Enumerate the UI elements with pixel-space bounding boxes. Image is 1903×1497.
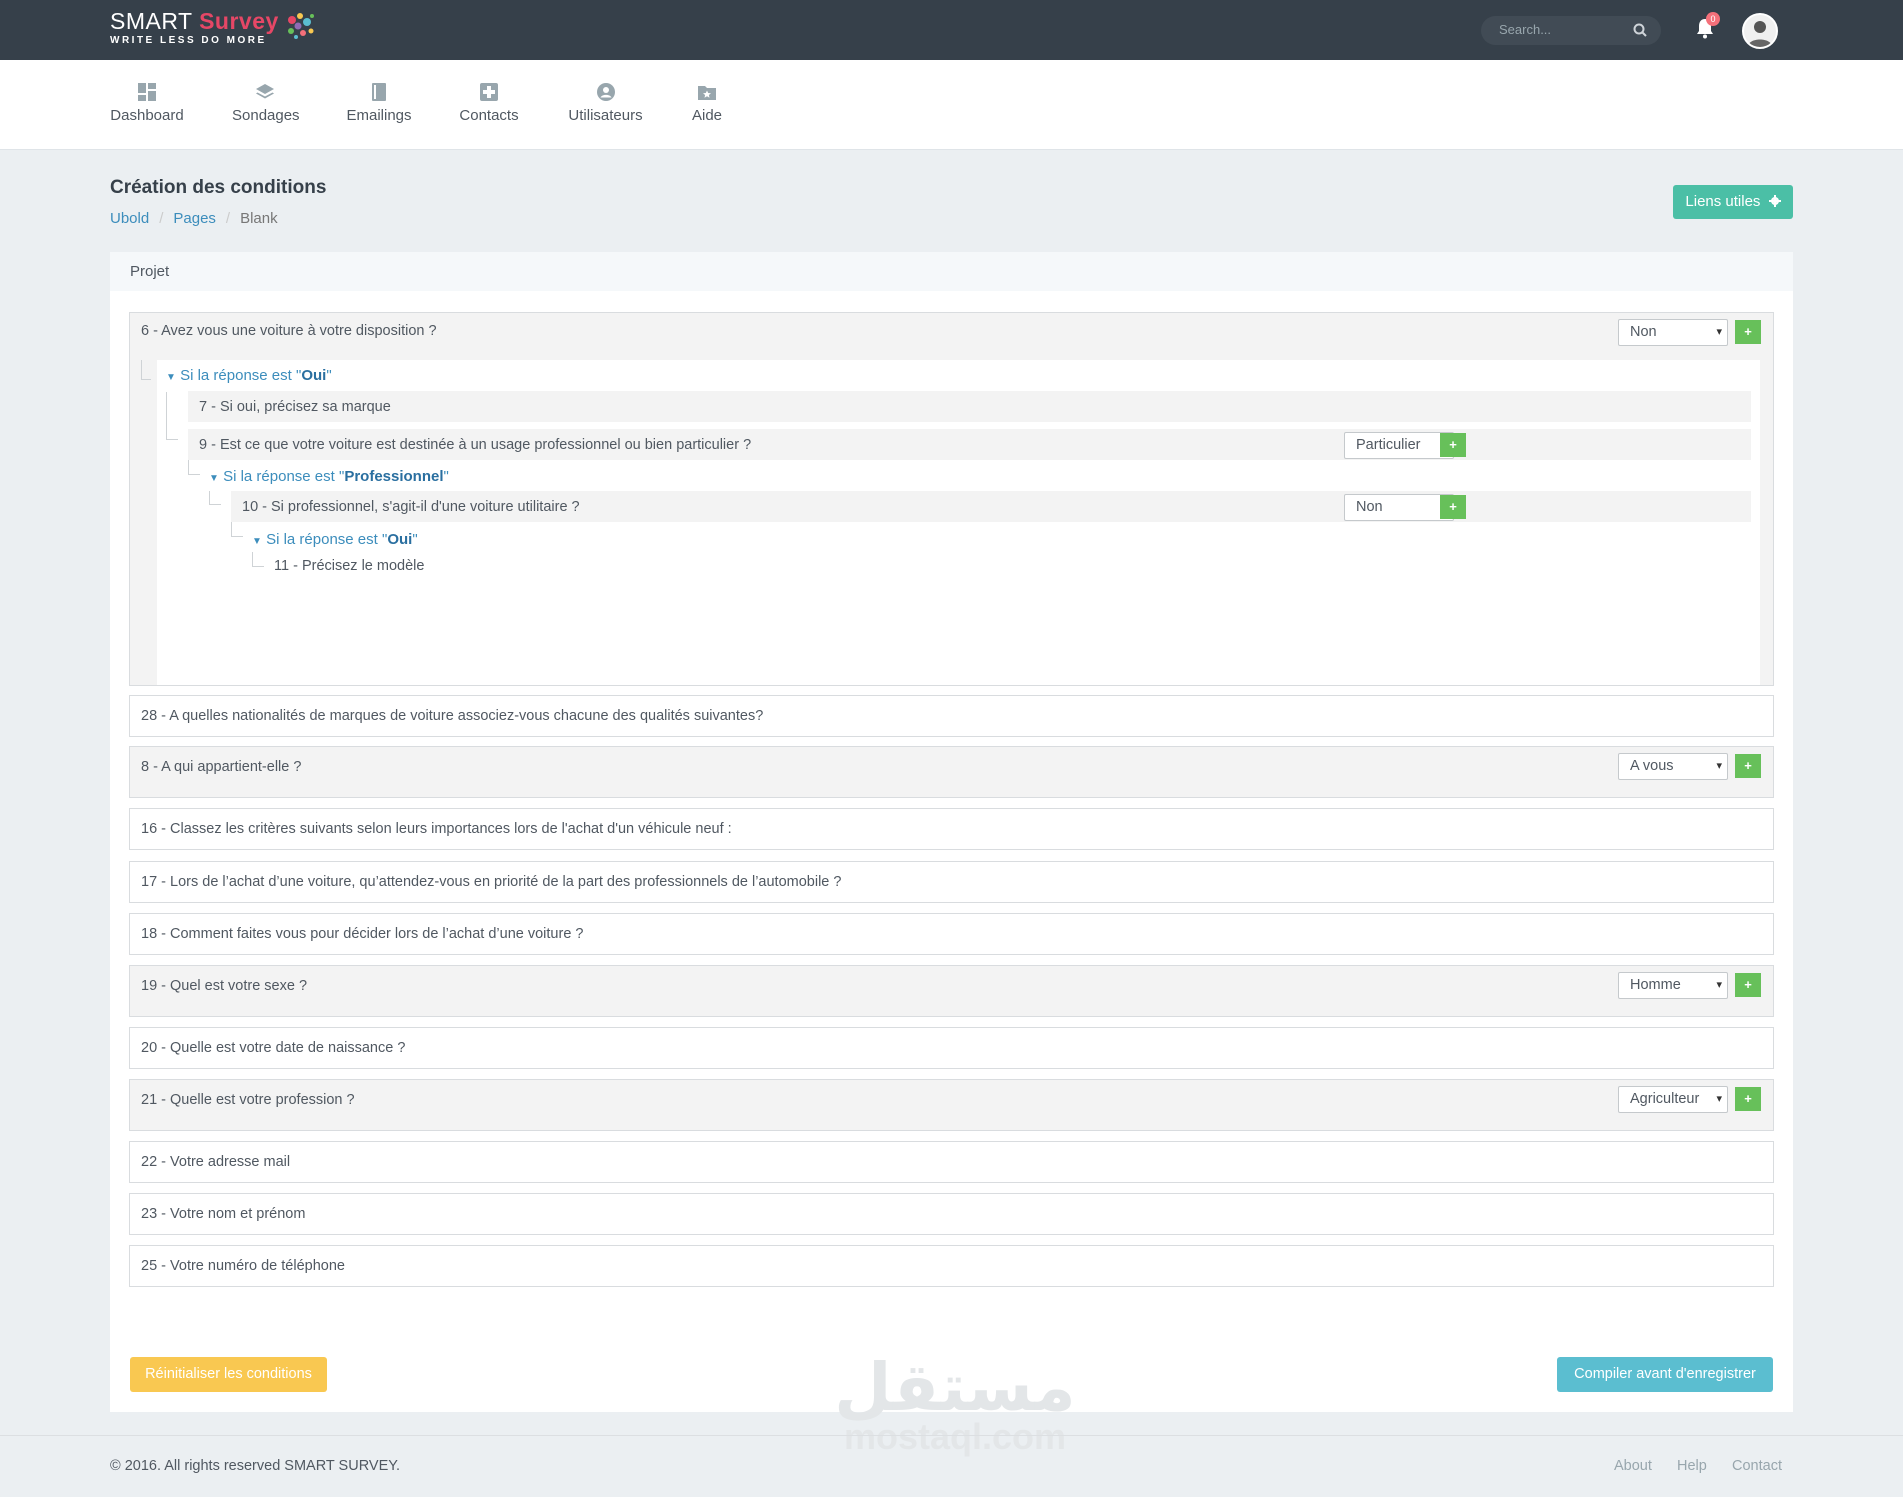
- breadcrumb-ubold[interactable]: Ubold: [110, 210, 149, 227]
- add-condition-button[interactable]: +: [1735, 320, 1761, 344]
- nav-emailings[interactable]: Emailings: [346, 82, 412, 124]
- reset-conditions-button[interactable]: Réinitialiser les conditions: [130, 1357, 327, 1392]
- question-text: 28 - A quelles nationalités de marques d…: [141, 708, 764, 724]
- question-text: 9 - Est ce que votre voiture est destiné…: [199, 437, 752, 453]
- add-condition-button[interactable]: +: [1440, 495, 1466, 519]
- condition-toggle-oui[interactable]: ▼ Si la réponse est "Oui": [166, 367, 332, 384]
- card-header-title: Projet: [130, 263, 170, 280]
- condition-toggle-professionnel[interactable]: ▼ Si la réponse est "Professionnel": [209, 468, 449, 485]
- footer-link-help[interactable]: Help: [1677, 1458, 1707, 1474]
- question-text: 7 - Si oui, précisez sa marque: [199, 399, 391, 415]
- nav-label: Aide: [691, 107, 723, 124]
- dashboard-icon: [138, 83, 156, 101]
- footer-link-about[interactable]: About: [1614, 1458, 1652, 1474]
- question-10: 10 - Si professionnel, s'agit-il d'une v…: [231, 491, 1751, 522]
- brand-name-survey: Survey: [199, 8, 279, 34]
- breadcrumb-pages[interactable]: Pages: [173, 210, 216, 227]
- liens-utiles-button[interactable]: Liens utiles: [1673, 185, 1793, 219]
- add-condition-button[interactable]: +: [1440, 433, 1466, 457]
- nav-utilisateurs[interactable]: Utilisateurs: [566, 82, 645, 124]
- question-11: 11 - Précisez le modèle: [274, 558, 425, 574]
- caret-down-icon: ▼: [209, 473, 219, 484]
- brand-tagline: WRITE LESS DO MORE: [110, 35, 267, 46]
- add-condition-button[interactable]: +: [1735, 973, 1761, 997]
- nav-label: Utilisateurs: [568, 107, 643, 124]
- caret-down-icon: ▼: [166, 372, 176, 383]
- question-28[interactable]: 28 - A quelles nationalités de marques d…: [129, 695, 1774, 737]
- nav-contacts[interactable]: Contacts: [459, 82, 519, 124]
- user-avatar[interactable]: [1742, 13, 1778, 49]
- answer-select[interactable]: Particulier: [1344, 432, 1454, 459]
- question-9: 9 - Est ce que votre voiture est destiné…: [188, 429, 1751, 460]
- nav-label: Contacts: [459, 107, 519, 124]
- footer: © 2016. All rights reserved SMART SURVEY…: [0, 1435, 1903, 1497]
- question-25[interactable]: 25 - Votre numéro de téléphone: [129, 1245, 1774, 1287]
- question-21: 21 - Quelle est votre profession ? Agric…: [129, 1079, 1774, 1131]
- question-17[interactable]: 17 - Lors de l’achat d’une voiture, qu’a…: [129, 861, 1774, 903]
- logo-bubbles-icon: [288, 13, 314, 39]
- question-text: 23 - Votre nom et prénom: [141, 1206, 306, 1222]
- breadcrumb: Ubold / Pages / Blank: [110, 210, 278, 227]
- nav-label: Sondages: [232, 107, 300, 124]
- search-box: [1481, 16, 1661, 45]
- logo[interactable]: SMART Survey WRITE LESS DO MORE: [110, 8, 314, 46]
- conditions-tree: ▼ Si la réponse est "Oui" 7 - Si oui, pr…: [141, 360, 1760, 685]
- top-bar: SMART Survey WRITE LESS DO MORE 0: [0, 0, 1903, 60]
- question-text: 18 - Comment faites vous pour décider lo…: [141, 926, 584, 942]
- question-7: 7 - Si oui, précisez sa marque: [188, 391, 1751, 422]
- question-text: 16 - Classez les critères suivants selon…: [141, 821, 732, 837]
- breadcrumb-current: Blank: [240, 210, 278, 227]
- contacts-icon: [480, 83, 498, 101]
- liens-utiles-label: Liens utiles: [1685, 193, 1761, 210]
- question-text: 8 - A qui appartient-elle ?: [141, 759, 302, 775]
- answer-select[interactable]: A vous: [1618, 753, 1728, 780]
- nav-aide[interactable]: Aide: [688, 82, 726, 124]
- conditions-card: Projet 6 - Avez vous une voiture à votre…: [110, 252, 1793, 1412]
- question-text: 6 - Avez vous une voiture à votre dispos…: [141, 323, 437, 339]
- question-text: 21 - Quelle est votre profession ?: [141, 1092, 355, 1108]
- question-18[interactable]: 18 - Comment faites vous pour décider lo…: [129, 913, 1774, 955]
- question-text: 20 - Quelle est votre date de naissance …: [141, 1040, 406, 1056]
- copyright: © 2016. All rights reserved SMART SURVEY…: [110, 1458, 401, 1474]
- nav-sondages[interactable]: Sondages: [232, 82, 300, 124]
- question-20[interactable]: 20 - Quelle est votre date de naissance …: [129, 1027, 1774, 1069]
- layers-icon: [256, 84, 274, 99]
- answer-select[interactable]: Non: [1618, 319, 1728, 346]
- compile-button[interactable]: Compiler avant d'enregistrer: [1557, 1357, 1773, 1392]
- main-nav: Dashboard Sondages Emailings Contacts Ut…: [0, 60, 1903, 150]
- gear-icon: [1768, 195, 1781, 207]
- question-22[interactable]: 22 - Votre adresse mail: [129, 1141, 1774, 1183]
- answer-select[interactable]: Homme: [1618, 972, 1728, 999]
- question-8: 8 - A qui appartient-elle ? A vous +: [129, 746, 1774, 798]
- question-text: 10 - Si professionnel, s'agit-il d'une v…: [242, 499, 580, 515]
- card-header: Projet: [110, 252, 1793, 291]
- watermark-arabic: مستقل: [834, 1349, 1076, 1426]
- nav-label: Dashboard: [110, 107, 184, 124]
- search-icon[interactable]: [1633, 23, 1647, 37]
- folder-star-icon: [698, 86, 716, 100]
- answer-select[interactable]: Non: [1344, 494, 1454, 521]
- search-input[interactable]: [1499, 22, 1619, 37]
- question-16[interactable]: 16 - Classez les critères suivants selon…: [129, 808, 1774, 850]
- nav-dashboard[interactable]: Dashboard: [110, 82, 184, 124]
- add-condition-button[interactable]: +: [1735, 1087, 1761, 1111]
- nav-label: Emailings: [346, 107, 412, 124]
- question-23[interactable]: 23 - Votre nom et prénom: [129, 1193, 1774, 1235]
- condition-toggle-oui[interactable]: ▼ Si la réponse est "Oui": [252, 531, 418, 548]
- page-title: Création des conditions: [110, 177, 327, 198]
- question-text: 22 - Votre adresse mail: [141, 1154, 291, 1170]
- user-icon: [596, 83, 615, 101]
- question-text: 19 - Quel est votre sexe ?: [141, 978, 308, 994]
- question-text: 25 - Votre numéro de téléphone: [141, 1258, 345, 1274]
- book-icon: [372, 83, 386, 101]
- footer-link-contact[interactable]: Contact: [1732, 1458, 1782, 1474]
- brand-name-smart: SMART: [110, 8, 193, 34]
- add-condition-button[interactable]: +: [1735, 754, 1761, 778]
- caret-down-icon: ▼: [252, 536, 262, 547]
- notification-badge: 0: [1706, 12, 1720, 26]
- question-19: 19 - Quel est votre sexe ? Homme +: [129, 965, 1774, 1017]
- question-text: 17 - Lors de l’achat d’une voiture, qu’a…: [141, 874, 842, 890]
- question-block-6: 6 - Avez vous une voiture à votre dispos…: [129, 312, 1774, 686]
- answer-select[interactable]: Agriculteur: [1618, 1086, 1728, 1113]
